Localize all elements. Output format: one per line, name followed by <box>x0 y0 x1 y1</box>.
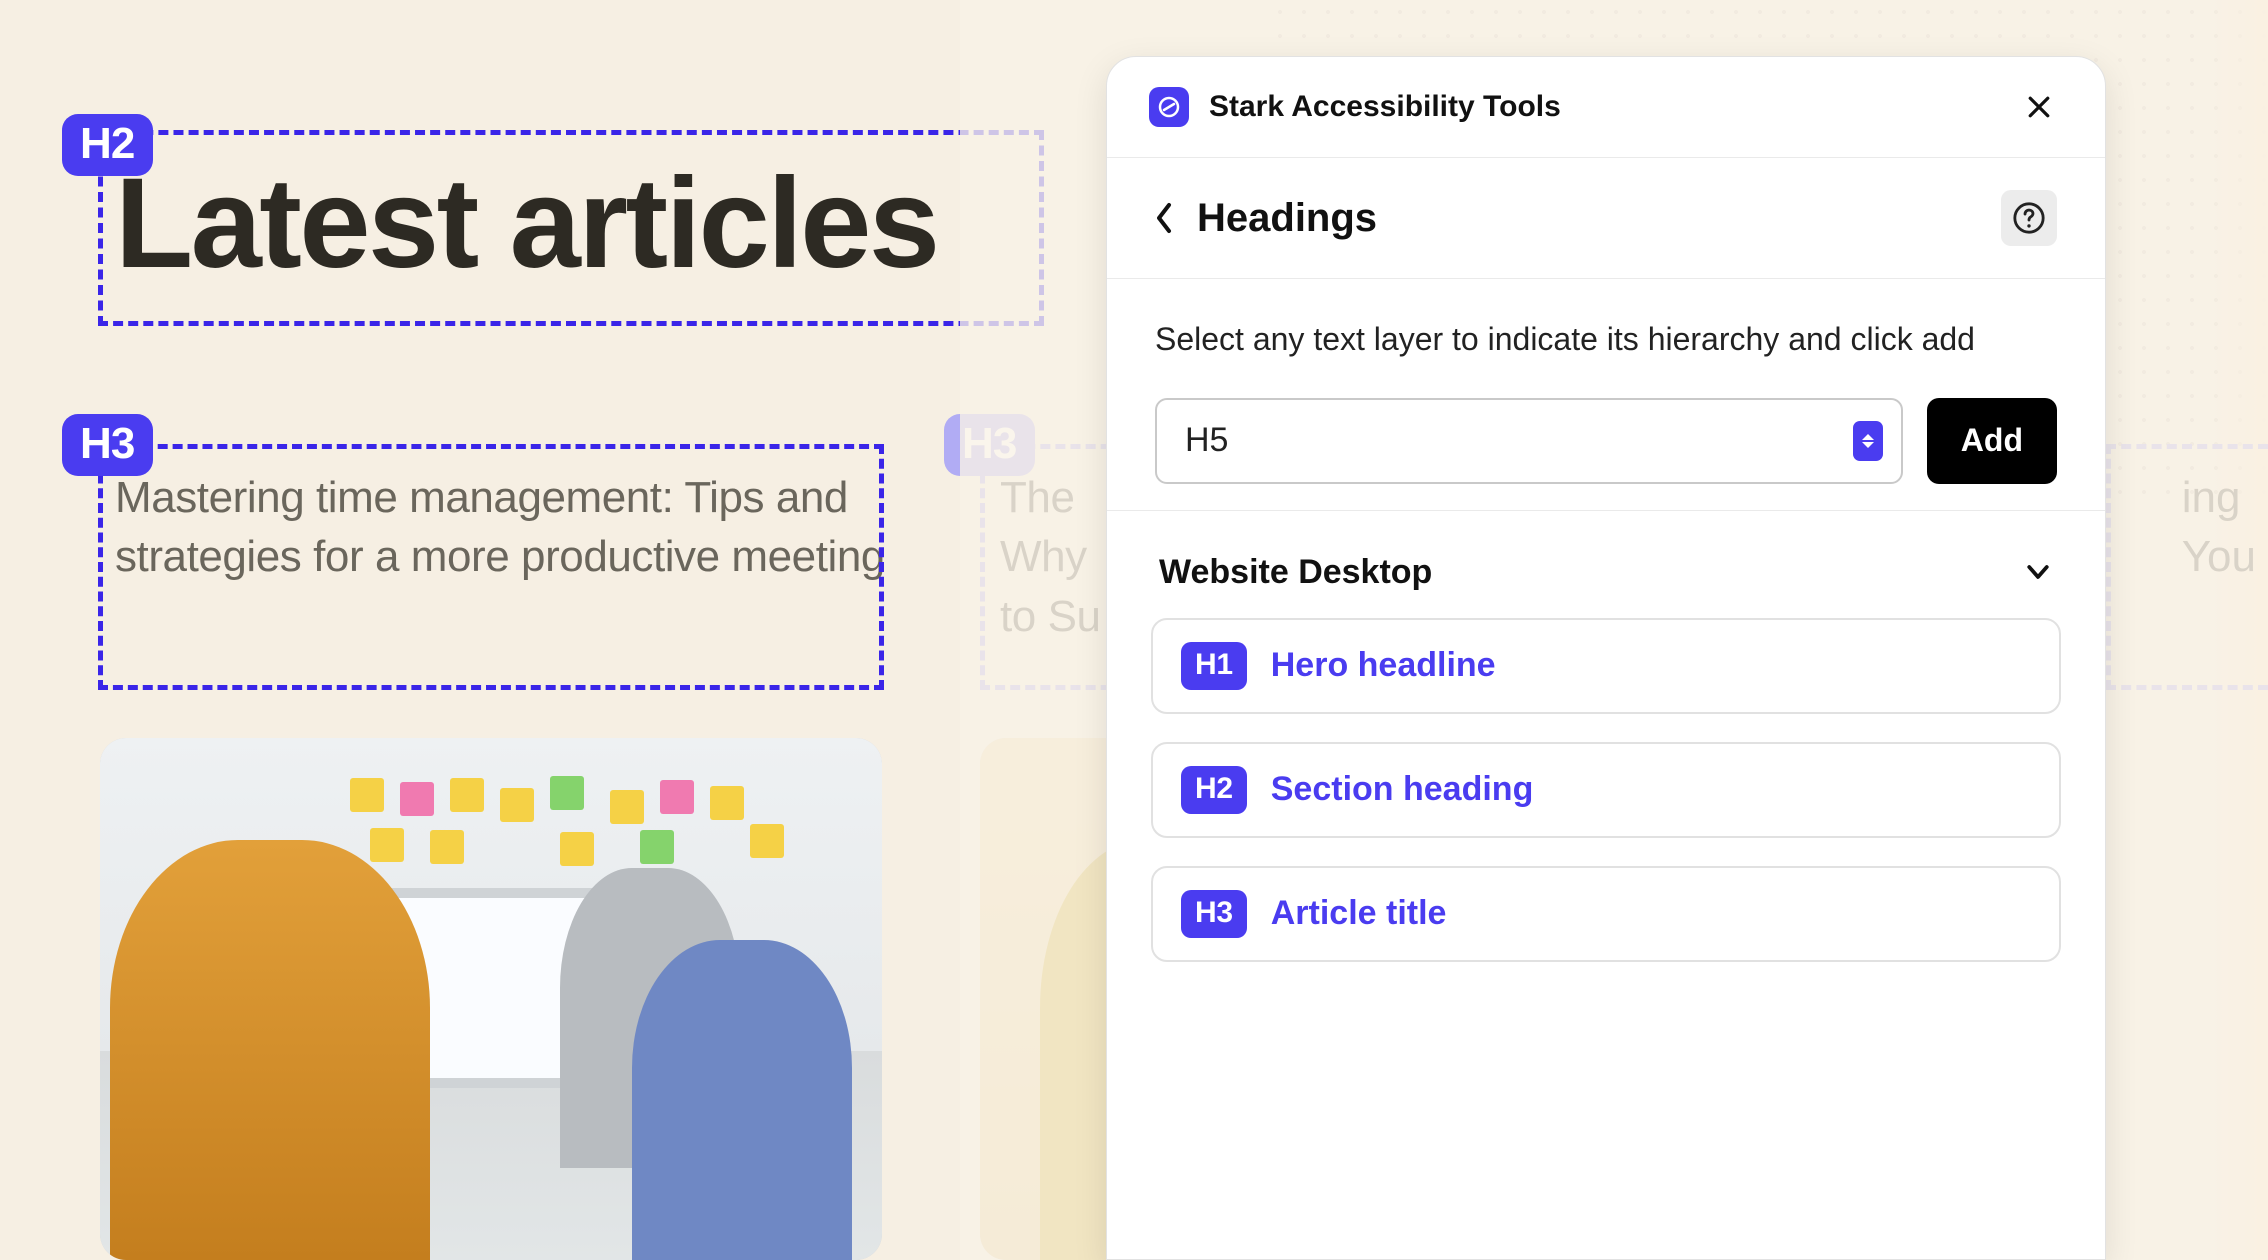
heading-level-badge: H3 <box>1181 890 1247 938</box>
heading-item[interactable]: H3 Article title <box>1151 866 2061 962</box>
heading-item[interactable]: H1 Hero headline <box>1151 618 2061 714</box>
select-stepper-icon <box>1853 421 1883 461</box>
heading-level-select[interactable]: H5 <box>1155 398 1903 484</box>
h3-annotation-outline-left <box>98 444 884 690</box>
group-toggle[interactable]: Website Desktop <box>1151 543 2061 618</box>
h3-tag-badge-left: H3 <box>62 414 153 476</box>
panel-header: Stark Accessibility Tools <box>1107 57 2105 158</box>
heading-item[interactable]: H2 Section heading <box>1151 742 2061 838</box>
h2-annotation-outline <box>98 130 1044 326</box>
h2-tag-badge: H2 <box>62 114 153 176</box>
stark-panel: Stark Accessibility Tools Headings Selec… <box>1106 56 2106 1260</box>
app-title: Stark Accessibility Tools <box>1209 90 2001 124</box>
help-button[interactable] <box>2001 190 2057 246</box>
chevron-down-icon <box>2023 557 2053 587</box>
select-value: H5 <box>1185 421 1853 460</box>
group-title: Website Desktop <box>1159 553 1432 592</box>
headings-list: Website Desktop H1 Hero headline H2 Sect… <box>1107 511 2105 1022</box>
heading-item-label: Section heading <box>1271 770 1534 809</box>
panel-subheader: Headings <box>1107 158 2105 279</box>
instruction-text: Select any text layer to indicate its hi… <box>1155 317 2057 362</box>
stark-logo-icon <box>1149 87 1189 127</box>
section-title: Headings <box>1197 196 1983 241</box>
heading-item-label: Article title <box>1271 894 1447 933</box>
back-button[interactable] <box>1149 203 1179 233</box>
heading-level-badge: H1 <box>1181 642 1247 690</box>
panel-body: Select any text layer to indicate its hi… <box>1107 279 2105 511</box>
close-button[interactable] <box>2021 89 2057 125</box>
add-button[interactable]: Add <box>1927 398 2057 484</box>
article-image-left <box>100 738 882 1260</box>
heading-level-badge: H2 <box>1181 766 1247 814</box>
heading-item-label: Hero headline <box>1271 646 1496 685</box>
